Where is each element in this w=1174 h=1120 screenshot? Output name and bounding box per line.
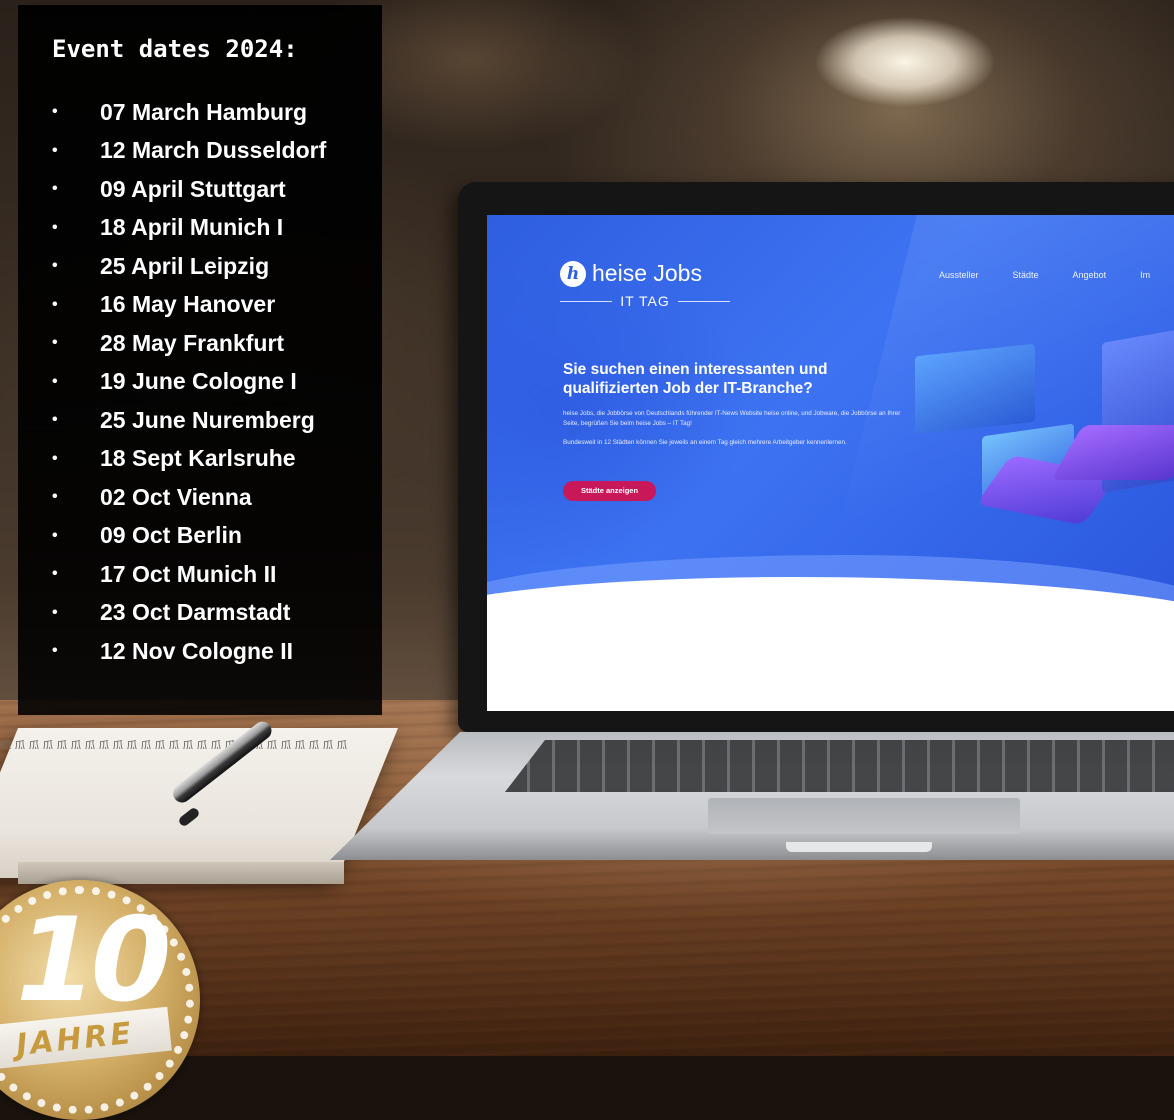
list-item: • 09 April Stuttgart [52,170,326,209]
event-dates-panel: Event dates 2024: • 07 March Hamburg • 12 … [18,5,382,715]
list-item: • 23 Oct Darmstadt [52,594,326,633]
list-item: • 09 Oct Berlin [52,517,326,556]
bullet-icon: • [52,526,58,544]
event-date: 09 Oct Berlin [100,522,242,549]
logo-divider-left [560,300,613,302]
notebook-spiral: ⽠⽠⽠⽠⽠⽠⽠⽠⽠⽠⽠⽠⽠⽠⽠⽠⽠⽠⽠⽠⽠⽠⽠⽠⽠ [0,739,351,749]
heise-logo-icon: h [560,260,586,287]
bullet-icon: • [52,295,58,313]
bullet-icon: • [52,372,58,390]
show-cities-button[interactable]: Städte anzeigen [563,481,656,501]
site-nav: Aussteller Städte Angebot Im [939,270,1150,280]
list-item: • 25 April Leipzig [52,247,326,286]
badge-number: 10 [16,893,171,1028]
list-item: • 12 March Dusseldorf [52,132,326,171]
event-dates-title: Event dates 2024: [52,35,298,63]
list-item: • 18 April Munich I [52,209,326,248]
bullet-icon: • [52,180,58,198]
event-date: 07 March Hamburg [100,98,308,125]
bullet-icon: • [52,411,58,429]
list-item: • 07 March Hamburg [52,93,326,132]
bullet-icon: • [52,449,58,467]
bullet-icon: • [52,488,58,506]
event-date: 18 April Munich I [100,214,284,241]
hero-intro-text: heise Jobs, die Jobbörse von Deutschland… [563,410,901,427]
bullet-icon: • [52,257,58,275]
event-date: 28 May Frankfurt [100,329,285,356]
logo-divider-right [677,300,731,302]
event-date: 25 April Leipzig [100,252,270,279]
nav-item-aussteller[interactable]: Aussteller [939,270,979,280]
hero-title: Sie suchen einen interessanten und quali… [563,361,828,397]
nav-item-angebot[interactable]: Angebot [1073,270,1107,280]
event-date: 18 Sept Karlsruhe [100,445,296,472]
bullet-icon: • [52,565,58,583]
list-item: • 18 Sept Karlsruhe [52,440,326,479]
list-item: • 17 Oct Munich II [52,555,326,594]
laptop-notch [786,842,932,852]
laptop-screen: h heise Jobs IT TAG Aussteller Städte An… [487,215,1174,711]
list-item: • 25 June Nuremberg [52,401,326,440]
logo-text: heise Jobs [592,260,702,286]
event-date: 12 Nov Cologne II [100,637,293,664]
nav-item-impressum[interactable]: Im [1140,270,1150,280]
logo-subtitle: IT TAG [560,293,731,309]
list-item: • 16 May Hanover [52,286,326,325]
event-date: 25 June Nuremberg [100,406,315,433]
bullet-icon: • [52,642,58,660]
event-list: • 07 March Hamburg • 12 March Dusseldorf •… [52,93,326,671]
bullet-icon: • [52,103,58,121]
heise-jobs-logo[interactable]: h heise Jobs [560,260,702,287]
event-date: 16 May Hanover [100,291,276,318]
list-item: • 19 June Cologne I [52,363,326,402]
bullet-icon: • [52,603,58,621]
list-item: • 28 May Frankfurt [52,324,326,363]
hero-illustration-panel [915,343,1035,435]
event-date: 17 Oct Munich II [100,560,277,587]
list-item: • 12 Nov Cologne II [52,632,326,671]
laptop-trackpad [708,798,1020,834]
bullet-icon: • [52,334,58,352]
event-date: 12 March Dusseldorf [100,137,327,164]
list-item: • 02 Oct Vienna [52,478,326,517]
logo-subtitle-text: IT TAG [620,293,670,309]
event-date: 02 Oct Vienna [100,483,252,510]
event-date: 09 April Stuttgart [100,175,286,202]
hero-cities-text: Bundesweit in 12 Städten können Sie jewe… [563,439,847,446]
bullet-icon: • [52,218,58,236]
event-date: 19 June Cologne I [100,368,297,395]
website-hero: h heise Jobs IT TAG Aussteller Städte An… [487,215,1174,617]
bullet-icon: • [52,141,58,159]
laptop-keyboard [505,740,1174,792]
nav-item-staedte[interactable]: Städte [1013,270,1039,280]
event-date: 23 Oct Darmstadt [100,599,291,626]
